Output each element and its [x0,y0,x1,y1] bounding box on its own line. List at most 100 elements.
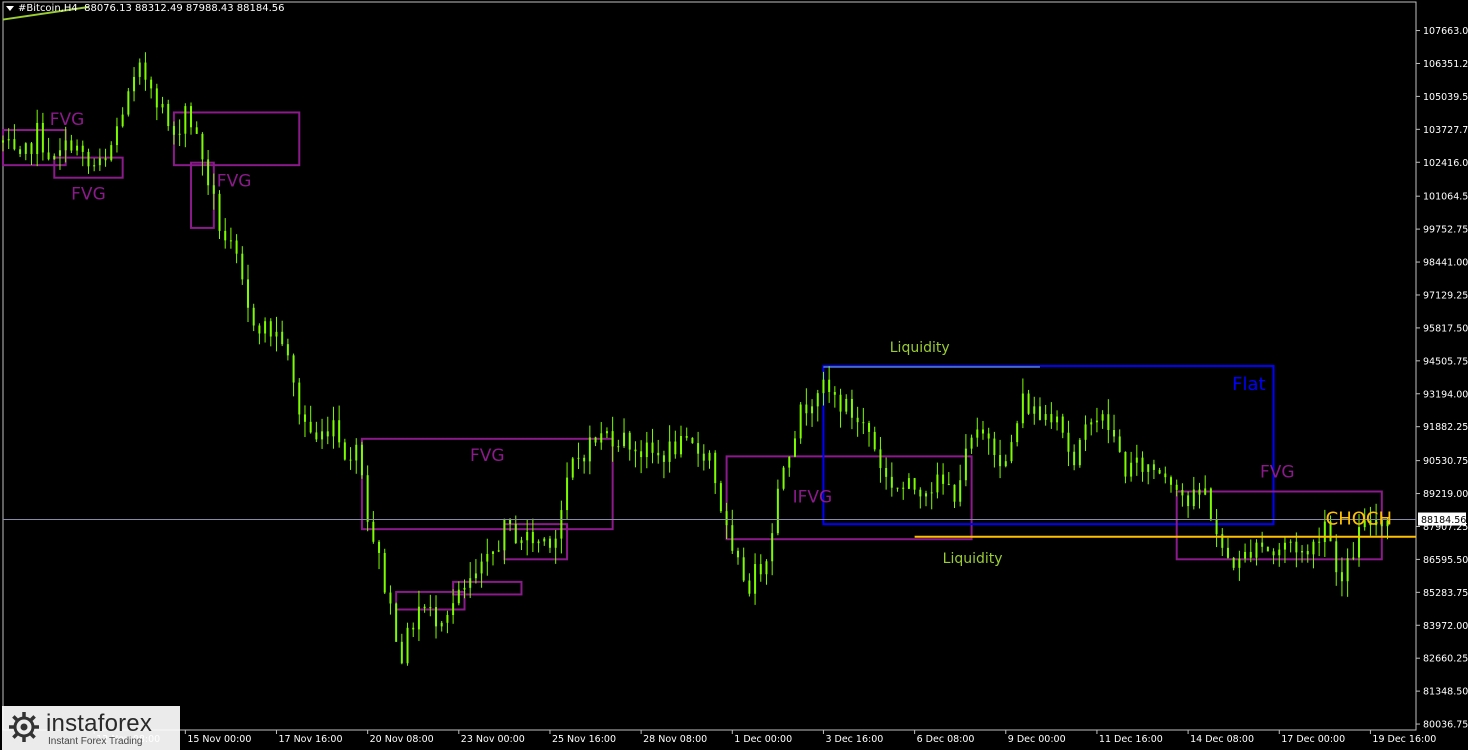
candle-body [355,444,358,461]
candle-body [1187,495,1190,507]
candle-body [1033,406,1036,414]
x-tick-label: 19 Dec 16:00 [1372,734,1436,745]
candle-body [235,240,238,254]
x-tick-label: 17 Nov 16:00 [278,734,342,745]
y-tick-label: 94505.75 [1423,356,1468,367]
candle-body [993,438,996,456]
candle-body [793,438,796,457]
x-tick-label: 15 Nov 00:00 [187,734,251,745]
candle-body [1027,393,1030,414]
y-tick-label: 102416.00 [1423,158,1468,169]
fvg-label: IFVG [793,487,833,507]
candle-body [885,468,888,477]
candlestick-chart[interactable]: FVG FVG FVG FVG IFVG Flat FVG Liquidity CHOCH Liq… [0,0,1468,750]
candle-body [412,627,415,630]
y-tick-label: 98441.00 [1423,258,1468,269]
candle-body [13,139,16,150]
x-tick-label: 17 Dec 00:00 [1281,734,1345,745]
y-tick-label: 82660.25 [1423,654,1468,665]
candle-body [942,474,945,484]
candle-body [623,432,626,447]
candle-body [36,122,39,155]
candle-body [241,253,244,280]
candle-body [719,483,722,512]
price-axis: 107663.00 106351.25 105039.50 103727.75 1024… [1416,26,1468,731]
candle-body [275,331,278,337]
candle-body [862,422,865,424]
candle-body [64,140,67,151]
candle-body [161,103,164,108]
candle-body [754,564,757,594]
flat-label: Flat [1232,374,1265,395]
liquidity-bottom-label: Liquidity [943,551,1003,567]
candle-body [1004,461,1007,467]
candle-body [155,88,158,108]
candle-body [286,344,289,356]
candle-body [366,475,369,522]
candle-body [879,449,882,469]
candle-body [554,538,557,548]
candle-body [1289,541,1292,543]
candle-body [150,79,153,89]
candle-body [1261,542,1264,547]
candle-body [1283,542,1286,550]
candle-body [1118,436,1121,452]
candle-body [600,433,603,443]
candle-body [104,158,107,161]
candle-body [1067,432,1070,452]
choch-label: CHOCH [1326,509,1392,530]
candle-body [736,550,739,558]
candle-body [452,603,455,615]
fvg-label: FVG [470,446,505,466]
candle-body [395,603,398,642]
candle-body [167,103,170,127]
candle-body [292,355,295,383]
candle-body [805,404,808,414]
candle-body [765,561,768,575]
x-tick-label: 14 Dec 08:00 [1190,734,1254,745]
candle-body [725,511,728,526]
chevron-down-icon[interactable] [6,5,14,11]
y-tick-label: 106351.25 [1423,59,1468,70]
candle-body [47,152,50,160]
candle-body [981,429,984,434]
candle-body [520,540,523,544]
candle-body [919,489,922,497]
candle-body [759,564,762,575]
candle-body [845,398,848,412]
candle-body [776,488,779,534]
candle-body [987,433,990,439]
candle-body [748,580,751,594]
candle-body [406,627,409,664]
candle-body [543,538,546,542]
candle-body [702,453,705,461]
y-tick-label: 93194.00 [1423,389,1468,400]
candle-body [548,538,551,548]
candle-body [298,382,301,415]
candle-body [133,76,136,92]
candle-body [930,492,933,494]
candle-body [229,240,232,242]
candle-body [252,307,255,326]
candle-body [486,553,489,562]
candle-body [264,321,267,334]
instaforex-logo-icon [9,712,39,742]
candle-body [457,589,460,604]
candle-body [594,437,597,443]
candle-body [1295,541,1298,553]
candle-body [531,531,534,544]
candle-body [1335,541,1338,573]
candle-body [537,541,540,544]
candle-body [360,444,363,476]
candle-body [81,145,84,152]
y-tick-label: 103727.75 [1423,125,1468,136]
candle-body [1232,557,1235,568]
y-tick-label: 81348.50 [1423,687,1468,698]
candle-body [127,91,130,115]
candle-body [651,442,654,453]
candle-body [560,510,563,539]
candle-body [1084,424,1087,440]
candle-body [1095,420,1098,423]
candle-body [668,441,671,462]
candle-body [680,436,683,455]
